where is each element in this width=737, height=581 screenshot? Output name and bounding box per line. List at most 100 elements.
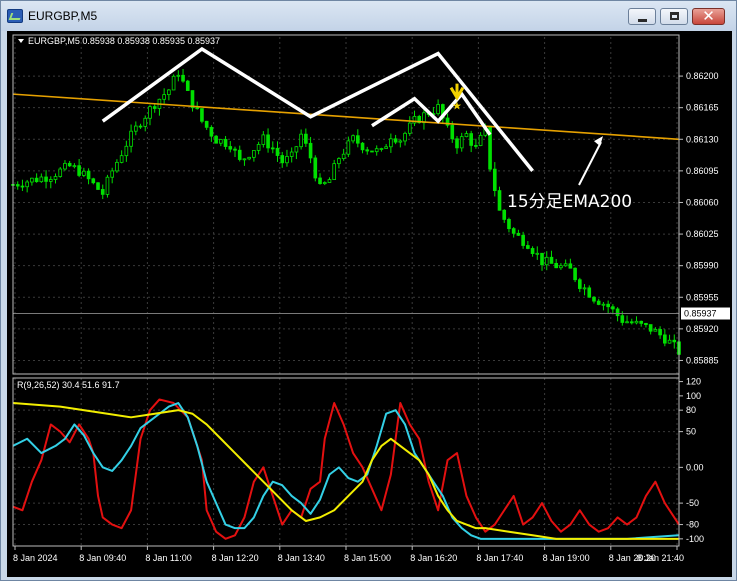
candle xyxy=(96,182,100,190)
candle xyxy=(596,298,601,306)
x-tick-label: 8 Jan 09:40 xyxy=(79,553,126,563)
candle xyxy=(341,148,346,161)
y-tick-label: 0.00 xyxy=(686,462,704,472)
candle-body xyxy=(644,322,648,325)
candle xyxy=(171,74,176,91)
candle xyxy=(214,134,218,144)
candle xyxy=(582,284,587,296)
candle xyxy=(143,115,148,132)
candle-body xyxy=(152,106,157,109)
candle-body xyxy=(228,146,233,150)
candle-body xyxy=(370,150,374,153)
candle-body xyxy=(587,287,592,298)
chart-menu-triangle-icon[interactable] xyxy=(18,39,24,43)
candle-body xyxy=(105,176,110,195)
candle xyxy=(374,145,379,156)
candle xyxy=(34,173,39,183)
candle xyxy=(148,104,152,126)
candle-body xyxy=(606,303,610,308)
candle xyxy=(511,227,516,238)
y-tick-label: 0.86025 xyxy=(686,229,719,239)
candle-body xyxy=(393,138,398,143)
maximize-button[interactable] xyxy=(660,8,688,25)
candle-body xyxy=(91,178,96,184)
candle-body xyxy=(530,248,535,254)
annotation-zigzag xyxy=(101,46,534,172)
candle-body xyxy=(365,149,370,152)
x-tick-label: 8 Jan 13:40 xyxy=(278,553,325,563)
candle xyxy=(559,263,563,270)
candle-body xyxy=(96,182,100,190)
candle-body xyxy=(521,234,525,246)
candle xyxy=(237,145,242,162)
candle-body xyxy=(568,263,573,269)
candle xyxy=(313,155,318,182)
candle xyxy=(615,307,620,322)
candle-body xyxy=(237,149,242,160)
candle-body xyxy=(478,134,483,146)
title-bar[interactable]: EURGBP,M5 ✕ xyxy=(1,1,736,31)
candle xyxy=(58,166,63,178)
y-tick-label: 0.85885 xyxy=(686,355,719,365)
chart-area[interactable]: 0.86200 0.86165 0.86130 0.86095 0.86060 0.860… xyxy=(7,31,732,577)
candle xyxy=(412,110,417,127)
minimize-button[interactable] xyxy=(628,8,656,25)
chart-canvas[interactable]: 0.86200 0.86165 0.86130 0.86095 0.86060 0.860… xyxy=(7,31,732,577)
candle-body xyxy=(667,339,672,344)
candle xyxy=(379,147,384,152)
y-tick-label: -100 xyxy=(686,534,704,544)
candle xyxy=(105,174,110,198)
candle xyxy=(110,167,115,184)
candle-body xyxy=(124,145,129,157)
chart-labels: EURGBP,M5 0.85938 0.85938 0.85935 0.8593… xyxy=(13,36,730,390)
candle-body xyxy=(374,148,379,153)
candle-body xyxy=(200,108,204,122)
candle xyxy=(129,124,133,153)
candle-body xyxy=(582,287,587,290)
candle xyxy=(275,141,280,162)
candle xyxy=(247,156,251,161)
candle xyxy=(20,179,25,191)
candle-body xyxy=(337,158,341,165)
annotation-zigzag xyxy=(371,91,492,136)
candle-body xyxy=(563,263,568,267)
candle xyxy=(422,108,426,130)
candle xyxy=(554,258,559,269)
candle xyxy=(587,285,592,298)
candle xyxy=(644,322,648,328)
candle xyxy=(563,259,568,267)
candle xyxy=(233,146,237,157)
candle xyxy=(304,128,308,147)
candle xyxy=(299,129,303,150)
candle xyxy=(365,146,370,155)
candle-body xyxy=(143,117,148,127)
close-button[interactable]: ✕ xyxy=(692,7,725,25)
minimize-icon xyxy=(638,19,647,22)
candle-body xyxy=(535,252,540,255)
candle-body xyxy=(502,209,507,220)
candle xyxy=(601,301,606,311)
candle-body xyxy=(407,122,412,134)
y-tick-label: -80 xyxy=(686,520,699,530)
candle-body xyxy=(190,90,195,109)
candle xyxy=(455,135,459,154)
candle xyxy=(82,167,86,178)
candle xyxy=(407,116,412,137)
candle xyxy=(497,186,502,211)
candle-body xyxy=(214,135,218,144)
candle-body xyxy=(58,168,63,177)
candle-body xyxy=(233,148,237,151)
candle xyxy=(138,123,143,129)
candle-body xyxy=(176,74,181,77)
candle xyxy=(190,90,195,112)
price-axis: 0.86200 0.86165 0.86130 0.86095 0.86060 0.860… xyxy=(679,71,719,365)
candle-body xyxy=(48,179,53,182)
candle-body xyxy=(507,219,511,230)
x-tick-label: 8 Jan 2024 xyxy=(13,553,58,563)
candle-body xyxy=(247,156,251,160)
candle xyxy=(492,162,497,197)
candle xyxy=(25,179,29,193)
candle xyxy=(261,131,266,148)
candle xyxy=(285,149,289,167)
candle-body xyxy=(25,181,29,188)
